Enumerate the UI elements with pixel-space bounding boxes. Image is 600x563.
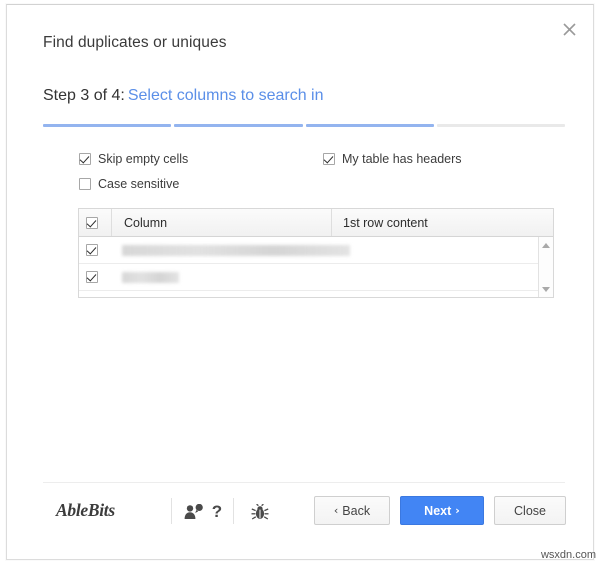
footer-separator — [171, 498, 172, 524]
back-button[interactable]: ‹ Back — [314, 496, 390, 525]
checkbox-case-sensitive[interactable] — [79, 178, 91, 190]
option-label: My table has headers — [342, 152, 462, 166]
table-header-row: Column 1st row content — [79, 209, 553, 237]
next-button[interactable]: Next › — [400, 496, 484, 525]
option-case-sensitive[interactable]: Case sensitive — [79, 177, 179, 191]
chevron-left-icon: ‹ — [333, 504, 339, 517]
column-header-column[interactable]: Column — [112, 209, 332, 236]
table-scrollbar[interactable] — [538, 237, 553, 297]
step-heading: Step 3 of 4: Select columns to search in — [43, 87, 324, 105]
step-title-link[interactable]: Select columns to search in — [128, 87, 324, 104]
ablebits-logo: AbleBits — [56, 500, 115, 520]
watermark: wsxdn.com — [540, 549, 596, 561]
checkbox-select-all[interactable] — [85, 216, 98, 229]
redacted-column-name — [122, 244, 350, 256]
find-duplicates-dialog: Find duplicates or uniques Step 3 of 4: S… — [6, 4, 594, 560]
table-row[interactable] — [79, 264, 553, 291]
dialog-footer: AbleBits ? ‹ Back Next › Close — [43, 495, 566, 529]
footer-divider — [43, 482, 565, 483]
contact-icon[interactable] — [183, 500, 205, 524]
checkbox-my-table-has-headers[interactable] — [323, 153, 335, 165]
dialog-title: Find duplicates or uniques — [43, 34, 227, 51]
back-button-label: Back — [342, 503, 371, 518]
progress-segment-2 — [174, 124, 303, 127]
close-button[interactable]: Close — [494, 496, 566, 525]
progress-segment-1 — [43, 124, 172, 127]
checkbox-row-1[interactable] — [86, 244, 98, 256]
checkbox-skip-empty-cells[interactable] — [79, 153, 91, 165]
bug-icon[interactable] — [249, 500, 271, 524]
redacted-column-name — [122, 271, 179, 283]
close-button-label: Close — [514, 503, 546, 518]
chevron-right-icon: › — [455, 504, 460, 517]
row-column-name-cell — [112, 244, 553, 256]
table-row[interactable] — [79, 237, 553, 264]
close-icon[interactable] — [555, 15, 583, 43]
scroll-down-arrow-icon[interactable] — [542, 287, 550, 292]
columns-table: Column 1st row content — [78, 208, 554, 298]
option-skip-empty-cells[interactable]: Skip empty cells — [79, 152, 188, 166]
row-checkbox-cell[interactable] — [79, 271, 112, 283]
step-progress-bar — [43, 124, 565, 127]
option-label: Case sensitive — [98, 177, 180, 191]
checkbox-row-2[interactable] — [86, 271, 98, 283]
scroll-up-arrow-icon[interactable] — [542, 243, 550, 248]
footer-separator — [233, 498, 234, 524]
next-button-label: Next — [424, 503, 452, 518]
option-my-table-has-headers[interactable]: My table has headers — [323, 152, 462, 166]
option-label: Skip empty cells — [98, 152, 189, 166]
row-checkbox-cell[interactable] — [79, 244, 112, 256]
table-body — [79, 237, 553, 297]
select-all-checkbox-cell[interactable] — [79, 209, 112, 236]
progress-segment-4 — [436, 124, 565, 127]
progress-segment-3 — [305, 124, 434, 127]
help-icon[interactable]: ? — [209, 500, 225, 524]
step-prefix: Step 3 of 4: — [43, 87, 125, 104]
column-header-first-row-content[interactable]: 1st row content — [332, 209, 553, 236]
row-column-name-cell — [112, 271, 553, 283]
